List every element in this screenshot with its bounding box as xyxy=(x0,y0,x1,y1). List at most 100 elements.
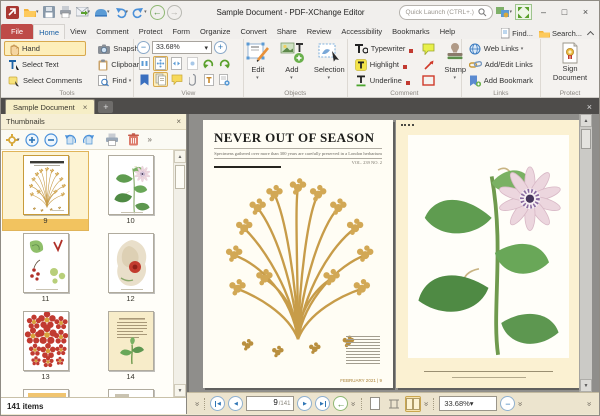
search-button[interactable]: Search... xyxy=(539,29,582,38)
nav-overflow-icon[interactable]: » xyxy=(350,401,358,405)
zoom-in-button[interactable]: + xyxy=(214,41,227,54)
tab-file[interactable]: File xyxy=(1,24,33,39)
single-page-layout-button[interactable] xyxy=(367,396,383,412)
tab-form[interactable]: Form xyxy=(168,24,196,39)
zoom-level-select[interactable]: 33.68%▾ xyxy=(152,41,212,54)
thumbnail-page-11[interactable]: 11 xyxy=(3,230,88,308)
tab-accessibility[interactable]: Accessibility xyxy=(336,24,387,39)
edit-objects-button[interactable]: Edit ▾ xyxy=(242,41,274,82)
new-document-tab-button[interactable]: + xyxy=(98,101,113,113)
thumbnail-page-9[interactable]: 9 xyxy=(3,152,88,230)
thumbnails-pane-button[interactable] xyxy=(153,72,168,87)
continuous-layout-button[interactable] xyxy=(386,396,402,412)
minimize-button[interactable]: – xyxy=(534,4,553,20)
thumbnails-enlarge-button[interactable] xyxy=(25,133,39,147)
document-view[interactable]: NEVER OUT OF SEASON Specimens gathered o… xyxy=(187,114,599,392)
scrollbar-track[interactable] xyxy=(174,191,186,384)
zoom-dropdown-icon[interactable]: ▾ xyxy=(204,44,208,52)
thumbnail-page-14[interactable]: 14 xyxy=(88,308,173,386)
document-tab-active[interactable]: Sample Document × xyxy=(5,99,95,114)
thumbnail-page-10[interactable]: 10 xyxy=(88,152,173,230)
underline-color-swatch[interactable] xyxy=(406,81,410,85)
tab-comment[interactable]: Comment xyxy=(91,24,134,39)
thumbnail-page-13[interactable]: 13 xyxy=(3,308,88,386)
rotate-cw-button[interactable] xyxy=(217,56,232,71)
email-button[interactable]: ▾ xyxy=(75,4,92,20)
highlight-button[interactable]: Highlight xyxy=(351,57,418,72)
arrow-annotation-button[interactable] xyxy=(421,57,436,72)
select-text-button[interactable]: Select Text xyxy=(4,57,86,72)
page-right[interactable] xyxy=(396,120,581,388)
rotate-pages-ccw-button[interactable] xyxy=(63,133,77,146)
select-comments-button[interactable]: Select Comments xyxy=(4,73,86,88)
next-page-button[interactable]: ▶ xyxy=(297,396,312,411)
right-overflow-icon[interactable]: » xyxy=(585,401,593,405)
thumbnails-toolbar-overflow-icon[interactable]: » xyxy=(148,135,152,144)
save-button[interactable] xyxy=(42,4,56,20)
email-dropdown-icon[interactable]: ▾ xyxy=(88,9,91,15)
fields-pane-button[interactable] xyxy=(201,72,216,87)
open-file-button[interactable]: ▾ xyxy=(22,4,40,20)
tab-review[interactable]: Review xyxy=(302,24,337,39)
scrollbar-thumb[interactable] xyxy=(175,165,185,189)
scroll-up-icon[interactable]: ▲ xyxy=(580,114,592,127)
sticky-note-button[interactable] xyxy=(421,41,436,56)
collapse-ribbon-icon[interactable] xyxy=(587,31,594,38)
thumbnail-page-16[interactable] xyxy=(88,386,173,397)
quick-launch-input[interactable]: Quick Launch (CTRL+.) xyxy=(399,5,493,20)
rotate-ccw-button[interactable] xyxy=(201,56,216,71)
document-tab-close-icon[interactable]: × xyxy=(83,103,88,112)
export-scan-button[interactable]: ▾ xyxy=(93,4,111,20)
scrollbar-thumb[interactable] xyxy=(581,129,591,149)
thumbnails-reduce-button[interactable] xyxy=(44,133,58,147)
customize-toolbars-button[interactable]: ▾ xyxy=(495,4,513,20)
customize-dropdown-icon[interactable]: ▾ xyxy=(509,9,512,15)
last-page-button[interactable]: ▶ xyxy=(315,396,330,411)
fit-page-button[interactable] xyxy=(153,56,168,71)
print-pages-button[interactable] xyxy=(105,133,119,146)
underline-button[interactable]: Underline xyxy=(351,73,418,88)
thumbnail-page-15[interactable] xyxy=(3,386,88,397)
maximize-button[interactable]: □ xyxy=(555,4,574,20)
add-objects-button[interactable]: Add ▾ xyxy=(276,41,308,82)
undo-button[interactable]: ▾ xyxy=(113,4,130,20)
rectangle-annotation-button[interactable] xyxy=(421,73,436,88)
options-dropdown-icon[interactable]: ▾ xyxy=(17,137,20,143)
actual-size-button[interactable] xyxy=(137,56,152,71)
fit-visible-button[interactable] xyxy=(185,56,200,71)
fit-width-button[interactable] xyxy=(169,56,184,71)
typewriter-color-swatch[interactable] xyxy=(409,49,413,53)
zoom-overflow-icon[interactable]: » xyxy=(517,401,525,405)
thumbnails-options-button[interactable]: ▾ xyxy=(6,134,20,146)
attachments-pane-button[interactable] xyxy=(185,72,200,87)
tab-home[interactable]: Home xyxy=(33,24,65,39)
zoom-out-button[interactable]: − xyxy=(500,396,515,411)
tab-share[interactable]: Share xyxy=(272,24,302,39)
first-page-button[interactable]: ◀ xyxy=(210,396,225,411)
comments-pane-button[interactable] xyxy=(169,72,184,87)
find-dropdown-icon[interactable]: ▾ xyxy=(129,78,132,84)
document-area-close-icon[interactable]: × xyxy=(580,102,599,114)
zoom-level-select[interactable]: 33.68% ▾ xyxy=(439,396,497,411)
tab-help[interactable]: Help xyxy=(435,24,460,39)
scroll-up-icon[interactable]: ▲ xyxy=(174,150,186,163)
highlight-color-swatch[interactable] xyxy=(403,65,407,69)
zoom-out-button[interactable]: − xyxy=(137,41,150,54)
page-left[interactable]: NEVER OUT OF SEASON Specimens gathered o… xyxy=(203,120,393,388)
layout-overflow-icon[interactable]: » xyxy=(422,401,430,405)
thumbnails-scrollbar[interactable]: ▲ ▼ xyxy=(173,150,186,397)
scroll-down-icon[interactable]: ▼ xyxy=(174,384,186,397)
previous-page-button[interactable]: ◀ xyxy=(228,396,243,411)
previous-view-button[interactable]: ← xyxy=(333,396,348,411)
rotate-pages-cw-button[interactable] xyxy=(82,133,96,146)
two-page-layout-button[interactable] xyxy=(405,396,421,412)
close-button[interactable]: × xyxy=(576,4,595,20)
web-links-dropdown-icon[interactable]: ▾ xyxy=(521,46,524,52)
history-back-button[interactable]: ← xyxy=(150,5,165,20)
redo-button[interactable]: ▾ xyxy=(131,4,148,20)
add-edit-links-button[interactable]: Add/Edit Links xyxy=(465,57,537,72)
thumbnail-page-12[interactable]: 12 xyxy=(88,230,173,308)
hand-tool-button[interactable]: Hand xyxy=(4,41,86,56)
history-forward-button[interactable]: → xyxy=(167,5,182,20)
sign-document-button[interactable]: Sign Document xyxy=(544,41,596,83)
